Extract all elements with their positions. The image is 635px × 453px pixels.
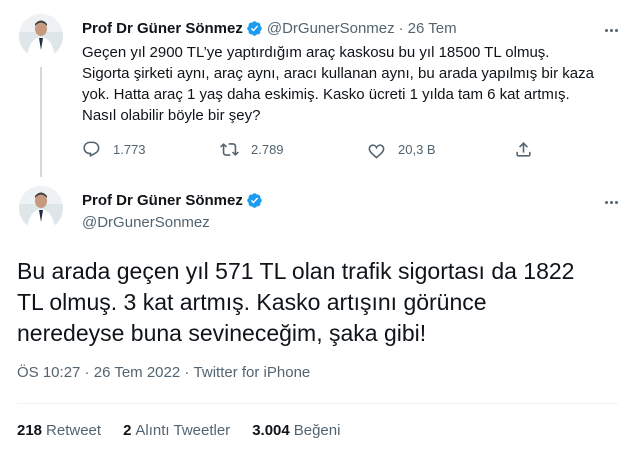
tweet-stats: 218 Retweet 2 Alıntı Tweetler 3.004 Beğeni — [17, 422, 340, 439]
like-button[interactable]: 20,3 B — [367, 140, 436, 159]
retweets-stat[interactable]: 218 Retweet — [17, 422, 101, 439]
like-count: 20,3 B — [398, 142, 436, 157]
separator: · — [80, 364, 94, 381]
verified-badge-icon — [247, 193, 262, 208]
likes-count: 3.004 — [252, 422, 290, 439]
tweet-text-line: Geçen yıl 2900 TL’ye yaptırdığım araç ka… — [82, 44, 550, 61]
reply-button[interactable]: 1.773 — [82, 140, 146, 159]
avatar-photo — [19, 14, 63, 58]
retweet-icon — [220, 143, 239, 156]
tweet-text-line: TL olmuş. 3 kat artmış. Kasko artışını g… — [17, 289, 487, 315]
share-icon — [516, 142, 531, 157]
tweet-text-line: yok. Hatta araç 1 yaş daha eskimiş. Kask… — [82, 86, 570, 103]
tweet-time[interactable]: ÖS 10:27 — [17, 364, 80, 381]
tweet-meta: ÖS 10:27 · 26 Tem 2022 · Twitter for iPh… — [17, 364, 310, 381]
tweet-date[interactable]: 26 Tem — [408, 20, 457, 37]
likes-stat[interactable]: 3.004 Beğeni — [252, 422, 340, 439]
tweet-source[interactable]: Twitter for iPhone — [194, 364, 311, 381]
tweet-text-line: neredeyse buna sevineceğim, şaka gibi! — [17, 320, 427, 346]
main-tweet-handle-row: @DrGunerSonmez — [82, 214, 210, 231]
avatar[interactable] — [19, 186, 63, 230]
separator: · — [398, 20, 404, 37]
retweet-button[interactable]: 2.789 — [220, 140, 284, 159]
reply-tweet-text: Geçen yıl 2900 TL’ye yaptırdığım araç ka… — [82, 42, 612, 126]
reply-tweet-header: Prof Dr Güner Sönmez @DrGunerSonmez · 26… — [82, 20, 457, 37]
quotes-label: Alıntı Tweetler — [135, 422, 231, 439]
tweet-text-line: Sigorta şirketi aynı, araç aynı, aracı k… — [82, 65, 594, 82]
divider — [17, 403, 618, 404]
likes-label: Beğeni — [293, 422, 341, 439]
tweet-full-date[interactable]: 26 Tem 2022 — [94, 364, 180, 381]
tweet-text-line: Bu arada geçen yıl 571 TL olan trafik si… — [17, 258, 575, 284]
verified-badge-icon — [247, 21, 262, 36]
author-name[interactable]: Prof Dr Güner Sönmez — [82, 20, 243, 37]
author-handle[interactable]: @DrGunerSonmez — [267, 20, 395, 37]
reply-count: 1.773 — [113, 142, 146, 157]
reply-icon — [83, 141, 100, 158]
more-icon[interactable] — [599, 22, 623, 38]
author-name[interactable]: Prof Dr Güner Sönmez — [82, 192, 243, 209]
retweet-count: 2.789 — [251, 142, 284, 157]
tweet-text-line: Nasıl olabilir böyle bir şey? — [82, 107, 261, 124]
share-button[interactable] — [514, 140, 533, 159]
quotes-stat[interactable]: 2 Alıntı Tweetler — [123, 422, 230, 439]
author-handle[interactable]: @DrGunerSonmez — [82, 214, 210, 231]
retweets-count: 218 — [17, 422, 43, 439]
tweet-actions: 1.773 2.789 20,3 B — [82, 140, 542, 164]
avatar[interactable] — [19, 14, 63, 58]
retweets-label: Retweet — [46, 422, 102, 439]
like-icon — [368, 144, 385, 159]
thread-line — [40, 67, 42, 177]
main-tweet-name-row: Prof Dr Güner Sönmez — [82, 192, 267, 209]
quotes-count: 2 — [123, 422, 132, 439]
avatar-photo — [19, 186, 63, 230]
more-icon[interactable] — [599, 194, 623, 210]
main-tweet-text: Bu arada geçen yıl 571 TL olan trafik si… — [17, 256, 617, 349]
separator: · — [180, 364, 194, 381]
